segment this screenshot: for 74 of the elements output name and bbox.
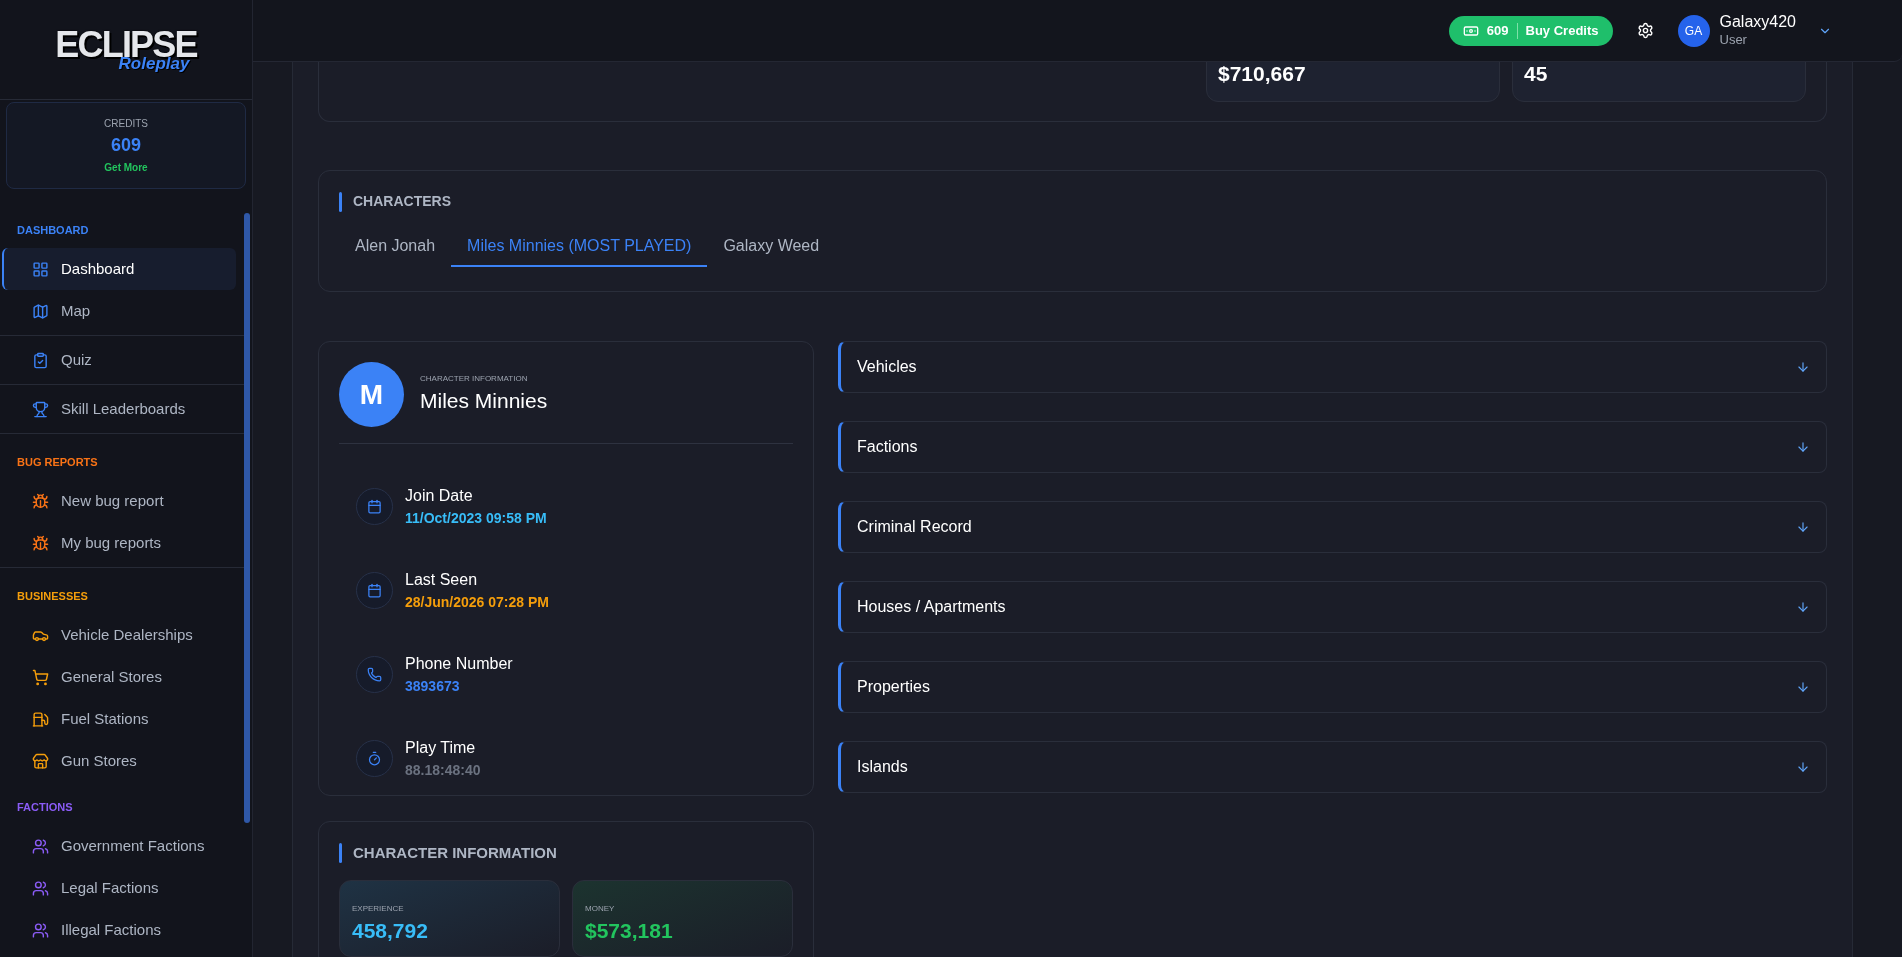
arrow-down-icon (1796, 360, 1810, 374)
nav-item[interactable]: Fuel Stations (2, 698, 236, 740)
section-heading: DASHBOARD (17, 224, 89, 236)
character-tab[interactable]: Alen Jonah (339, 226, 452, 267)
arrow-down-icon (1796, 680, 1810, 694)
stat-label: MONEY (585, 902, 616, 915)
trophy-icon (32, 400, 49, 418)
character-avatar: M (339, 362, 404, 427)
detail-value: 11/Oct/2023 09:58 PM (405, 509, 547, 528)
stat-value: 458,792 (352, 917, 429, 944)
users-icon (32, 921, 49, 939)
user-avatar[interactable]: GA (1677, 14, 1710, 47)
accordion-header[interactable]: Houses / Apartments (838, 581, 1827, 633)
user-name: Galaxy420 (1719, 12, 1796, 33)
nav-item[interactable]: My bug reports (2, 522, 236, 564)
store-icon (32, 752, 49, 770)
section-heading: BUSINESSES (17, 590, 88, 602)
detail-value: 88.18:48:40 (405, 761, 481, 780)
bug-icon (32, 492, 49, 510)
section-heading: FACTIONS (17, 801, 73, 813)
credits-label: CREDITS (104, 117, 148, 131)
calendar-icon (367, 583, 382, 598)
nav-item[interactable]: Gun Stores (2, 740, 236, 782)
users-icon (32, 837, 49, 855)
nav-item[interactable]: New bug report (2, 480, 236, 522)
detail-value: 28/Jun/2026 07:28 PM (405, 593, 549, 612)
nav-item[interactable]: Vehicle Dealerships (2, 614, 236, 656)
arrow-down-icon (1796, 760, 1810, 774)
stat-value: 45 (1524, 60, 1548, 87)
arrow-down-icon (1796, 520, 1810, 534)
detail-label: Phone Number (405, 654, 513, 674)
card-title: CHARACTER INFORMATION (353, 843, 557, 863)
nav-item[interactable]: Government Factions (2, 825, 236, 867)
accordion-header[interactable]: Factions (838, 421, 1827, 473)
character-name: Miles Minnies (420, 387, 548, 414)
bug-icon (32, 534, 49, 552)
card-title: CHARACTERS (353, 192, 451, 211)
accordion-header[interactable]: Properties (838, 661, 1827, 713)
nav-item[interactable]: Skill Leaderboards (2, 388, 236, 430)
nav-item[interactable]: Illegal Factions (2, 909, 236, 951)
detail-value: 3893673 (405, 677, 461, 696)
detail-label: Play Time (405, 738, 477, 758)
arrow-down-icon (1796, 600, 1810, 614)
nav-item[interactable]: General Stores (2, 656, 236, 698)
detail-label: Last Seen (405, 570, 479, 590)
nav-item[interactable]: Legal Factions (2, 867, 236, 909)
credits-value: 609 (110, 134, 141, 157)
cart-icon (32, 668, 49, 686)
arrow-down-icon (1796, 440, 1810, 454)
user-role: User (1719, 32, 1748, 49)
stat-label: EXPERIENCE (352, 902, 405, 915)
card-caption: CHARACTER INFORMATION (420, 372, 529, 385)
calendar-icon (367, 499, 382, 514)
section-heading: BUG REPORTS (17, 456, 98, 468)
accordion-header[interactable]: Criminal Record (838, 501, 1827, 553)
nav-item[interactable]: Dashboard (2, 248, 236, 290)
get-more-link[interactable]: Get More (104, 160, 148, 175)
nav-item[interactable]: Map (2, 290, 236, 332)
character-tab[interactable]: Miles Minnies (MOST PLAYED) (451, 226, 708, 267)
accordion-header[interactable]: Islands (838, 741, 1827, 793)
stat-value: $573,181 (585, 917, 674, 944)
fuel-pump-icon (32, 710, 49, 728)
nav-item[interactable]: Quiz (2, 339, 236, 381)
stopwatch-icon (367, 751, 382, 766)
clipboard-icon (32, 351, 49, 369)
grid-icon (32, 260, 49, 278)
phone-icon (367, 667, 382, 682)
settings-icon[interactable] (1636, 22, 1654, 39)
detail-label: Join Date (405, 486, 474, 506)
map-icon (32, 302, 49, 320)
users-icon (32, 879, 49, 897)
stat-value: $710,667 (1218, 60, 1306, 87)
accordion-header[interactable]: Vehicles (838, 341, 1827, 393)
character-tab[interactable]: Galaxy Weed (707, 226, 836, 267)
